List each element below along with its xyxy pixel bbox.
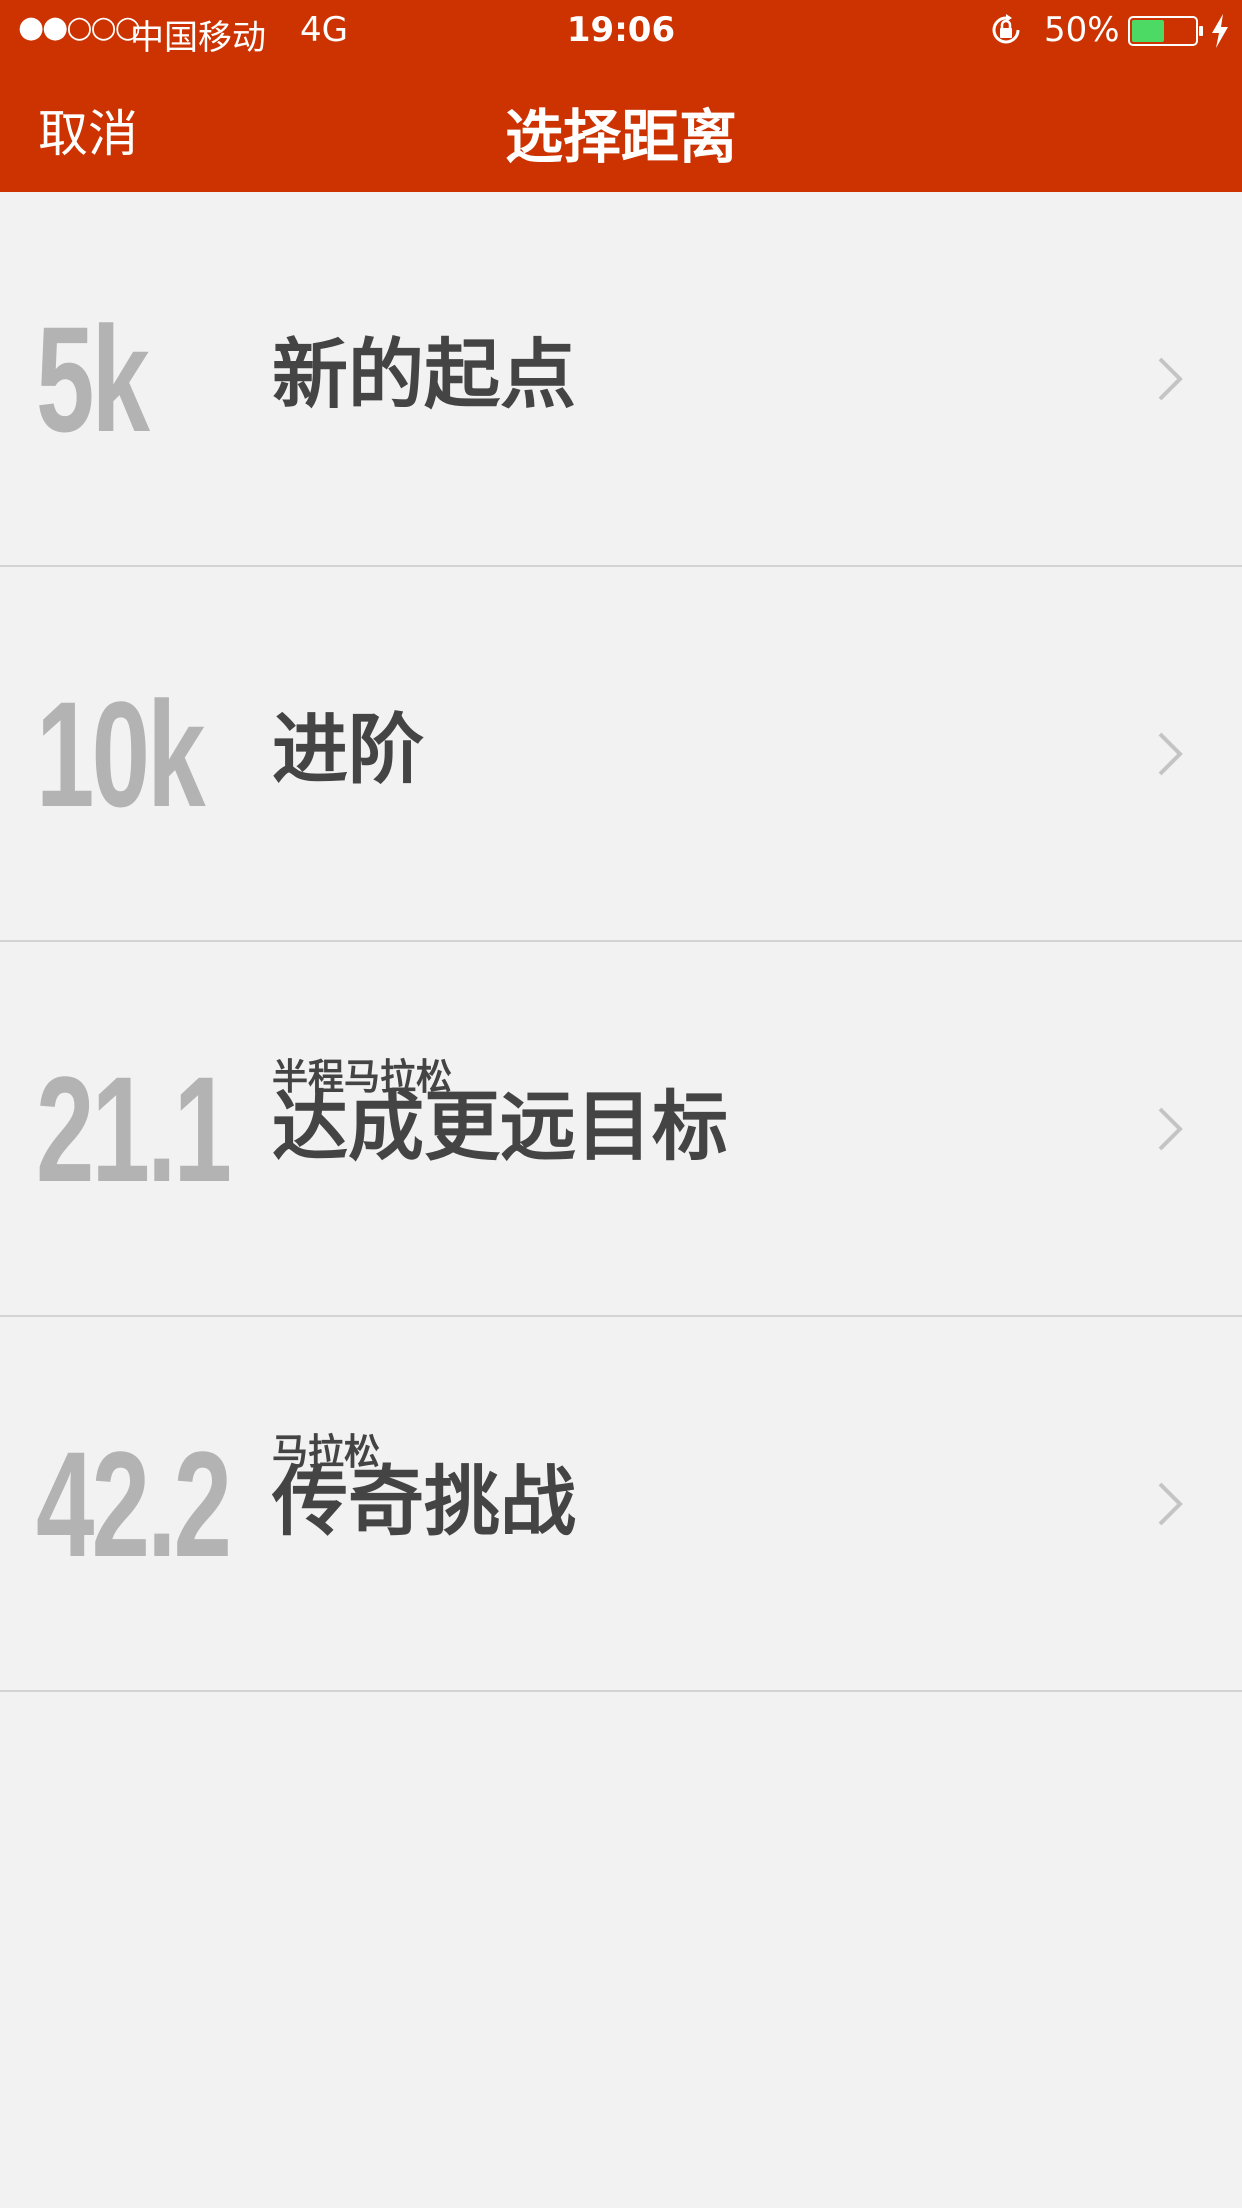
distance-value: 21.1	[36, 1045, 232, 1213]
battery-icon	[1128, 16, 1203, 46]
distance-value: 10k	[36, 670, 206, 838]
distance-title: 达成更远目标	[272, 1082, 728, 1171]
distance-title: 传奇挑战	[272, 1457, 576, 1546]
distance-option-half-marathon[interactable]: 21.1 半程马拉松 达成更远目标	[0, 942, 1242, 1317]
distance-title: 新的起点	[272, 330, 576, 419]
chevron-right-icon	[1158, 732, 1183, 776]
chevron-right-icon	[1158, 1482, 1183, 1526]
distance-list: 5k 新的起点 10k 进阶 21.1 半程马拉松 达成更远目标 42.2 马拉…	[0, 192, 1242, 1692]
chevron-right-icon	[1158, 357, 1183, 401]
distance-option-marathon[interactable]: 42.2 马拉松 传奇挑战	[0, 1317, 1242, 1692]
distance-option-10k[interactable]: 10k 进阶	[0, 567, 1242, 942]
orientation-lock-icon	[992, 14, 1020, 44]
distance-title: 进阶	[272, 705, 424, 794]
header: ●●○○○ 中国移动 4G 19:06 50% 取消 选择距离	[0, 0, 1242, 192]
page-title: 选择距离	[504, 103, 737, 171]
chevron-right-icon	[1158, 1107, 1183, 1151]
battery-percentage: 50%	[1044, 10, 1120, 50]
distance-option-5k[interactable]: 5k 新的起点	[0, 192, 1242, 567]
navigation-bar: 取消 选择距离	[0, 60, 1242, 192]
distance-value: 42.2	[36, 1420, 232, 1588]
status-bar: ●●○○○ 中国移动 4G 19:06 50%	[0, 0, 1242, 60]
charging-bolt-icon	[1212, 14, 1228, 48]
distance-value: 5k	[36, 295, 150, 463]
